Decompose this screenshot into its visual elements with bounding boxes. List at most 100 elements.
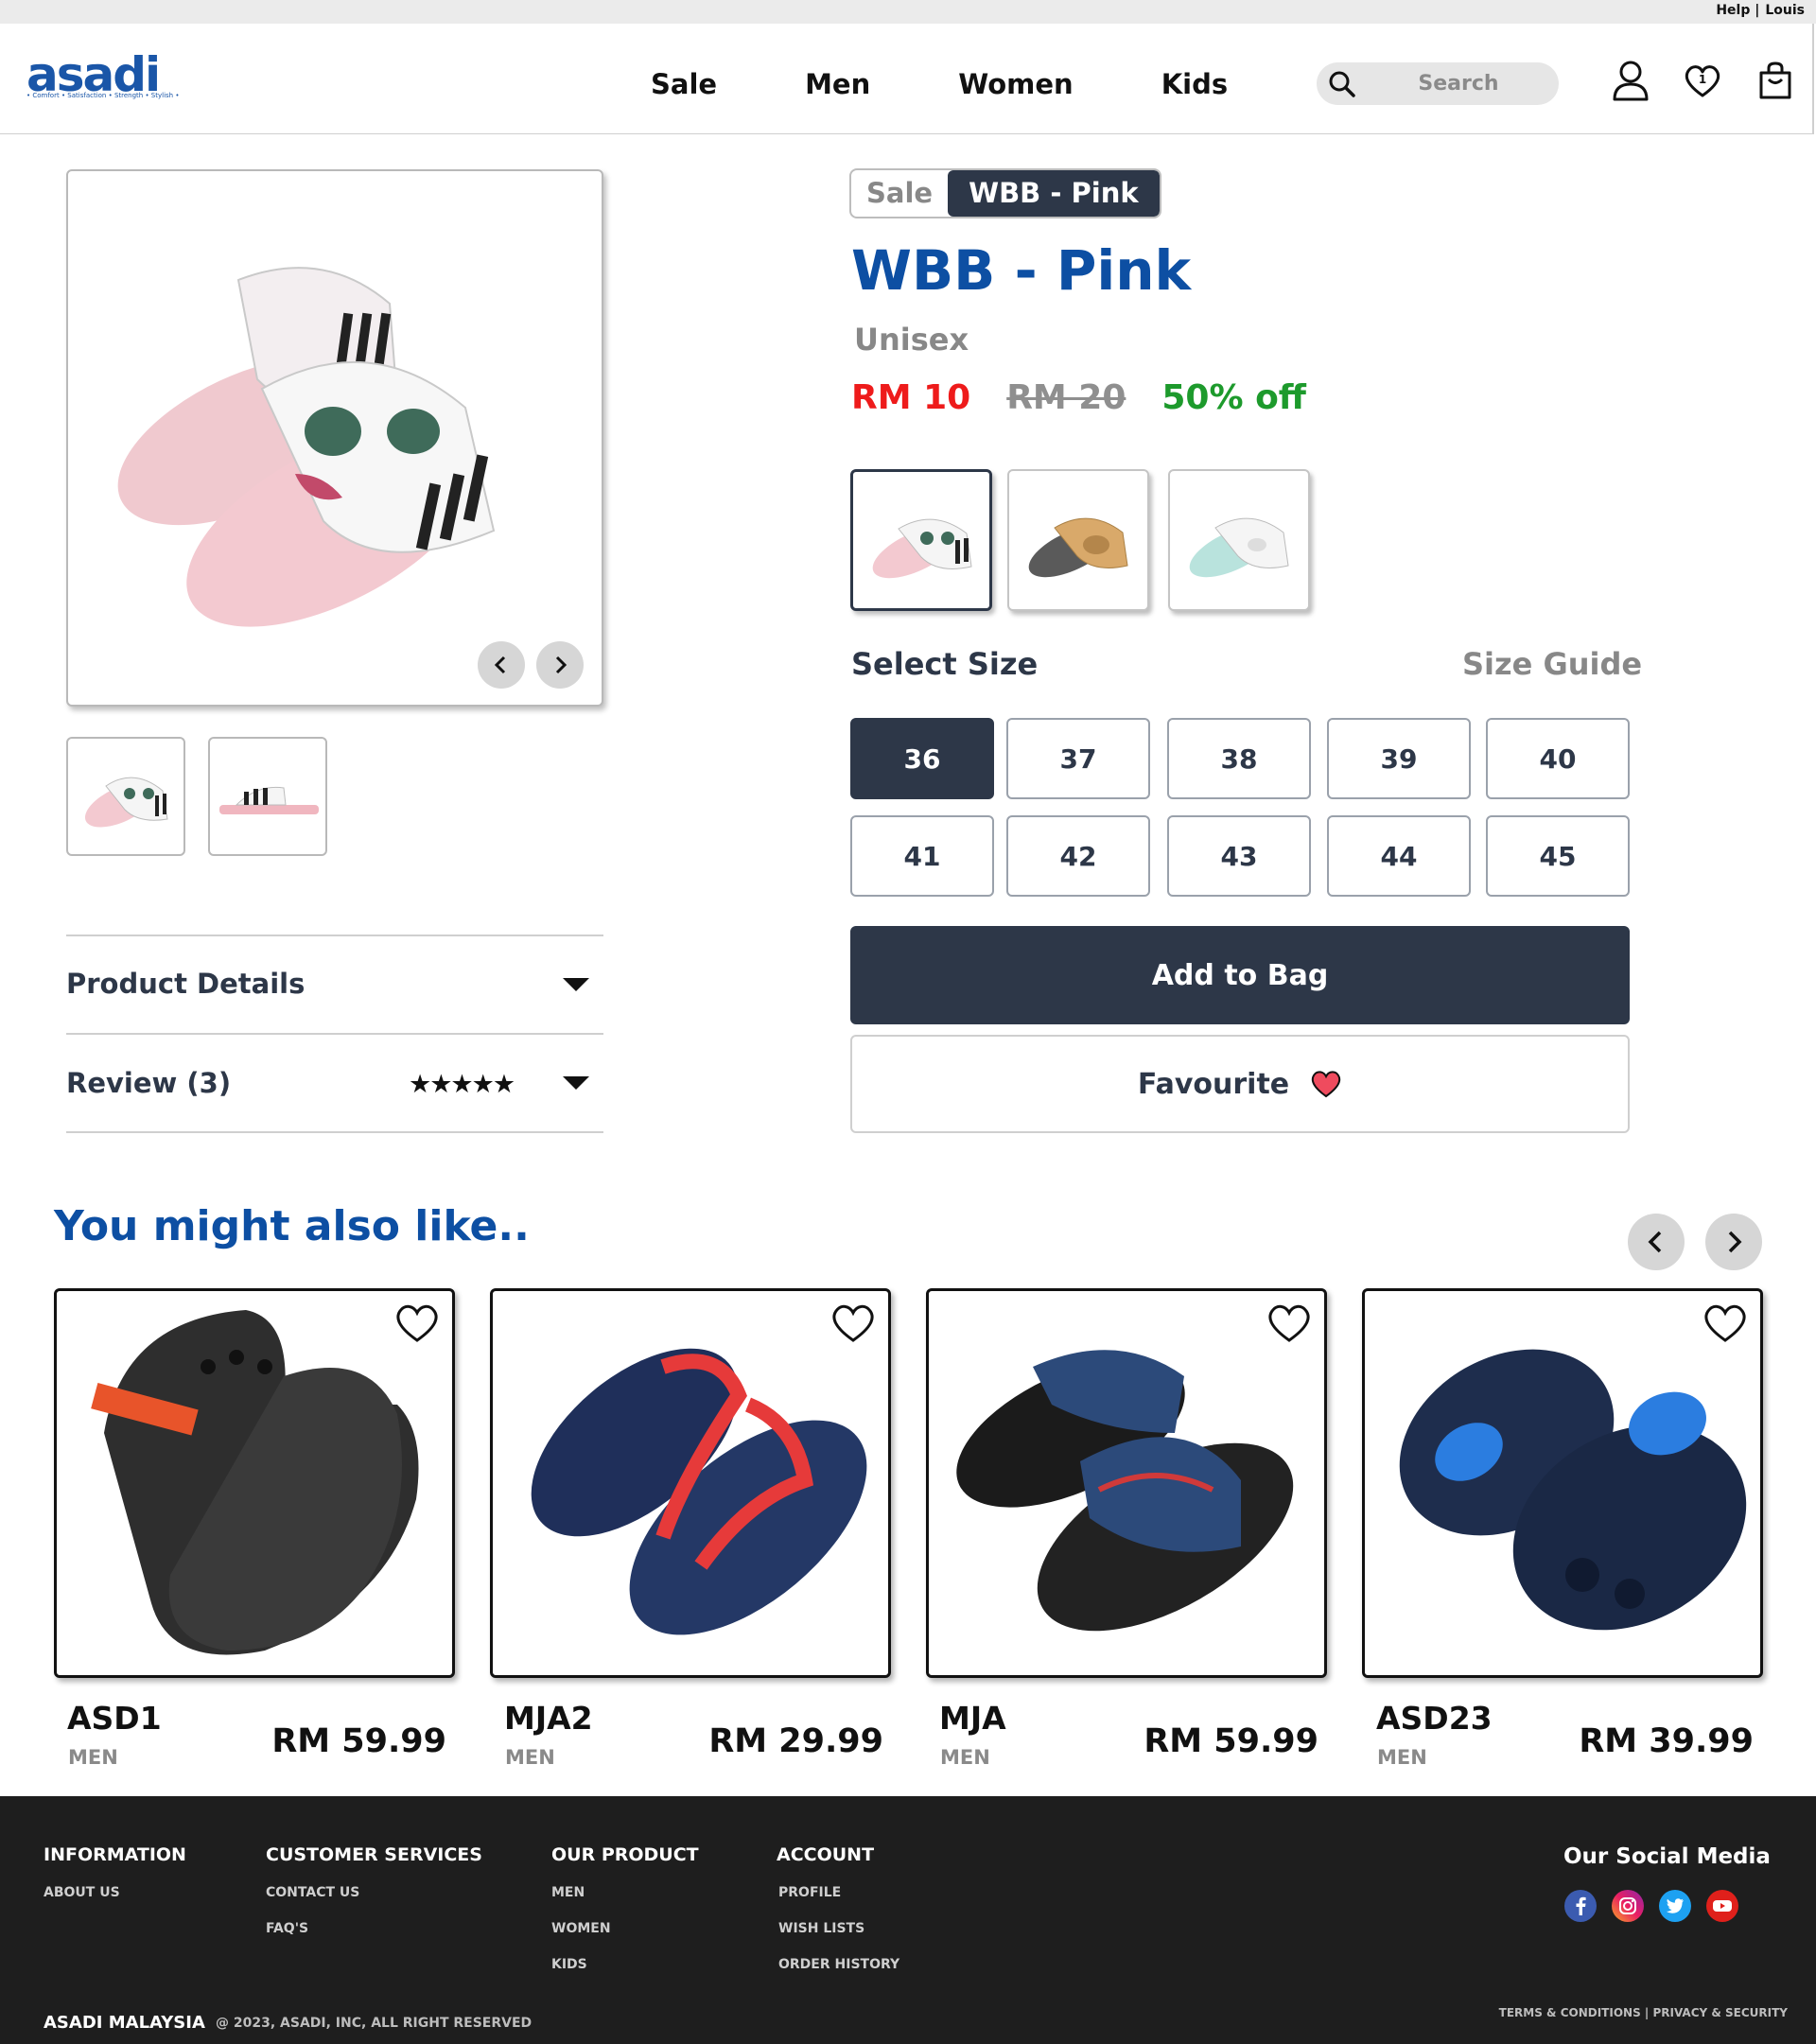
size-43-button[interactable]: 43 — [1167, 815, 1311, 897]
size-36-button[interactable]: 36 — [850, 718, 994, 799]
product-category: MEN — [1377, 1746, 1427, 1769]
user-link[interactable]: Louis — [1765, 3, 1805, 18]
shopping-bag-icon[interactable] — [1755, 60, 1795, 103]
size-41-button[interactable]: 41 — [850, 815, 994, 897]
main-nav: Sale Men Women Kids — [651, 68, 1228, 100]
thumbnail-image — [84, 777, 168, 828]
variant-mint[interactable] — [1168, 469, 1310, 611]
breadcrumb: Sale WBB - Pink — [849, 168, 1161, 218]
footer-men-link[interactable]: MEN — [551, 1885, 585, 1900]
social-title: Our Social Media — [1563, 1844, 1771, 1869]
size-42-button[interactable]: 42 — [1006, 815, 1150, 897]
product-price: RM 29.99 — [708, 1722, 883, 1760]
product-card-asd23[interactable] — [1362, 1288, 1763, 1678]
carousel-next-button[interactable] — [1705, 1214, 1762, 1270]
youtube-icon[interactable] — [1706, 1890, 1738, 1922]
footer-terms-link[interactable]: TERMS & CONDITIONS | PRIVACY & SECURITY — [1499, 2006, 1788, 2019]
image-prev-button[interactable] — [478, 641, 525, 689]
footer-women-link[interactable]: WOMEN — [551, 1921, 611, 1936]
product-name: ASD1 — [67, 1700, 162, 1737]
image-next-button[interactable] — [536, 641, 584, 689]
product-price: RM 59.99 — [1144, 1722, 1318, 1760]
product-card-asd1[interactable] — [54, 1288, 455, 1678]
footer-brand: ASADI MALAYSIA — [44, 2013, 205, 2033]
facebook-icon[interactable] — [1564, 1890, 1597, 1922]
product-card-mja[interactable] — [926, 1288, 1327, 1678]
nav-women[interactable]: Women — [958, 68, 1073, 100]
footer-wishlist-link[interactable]: WISH LISTS — [778, 1921, 864, 1936]
variant-grey-image — [1028, 517, 1128, 578]
product-name: MJA — [939, 1700, 1006, 1737]
product-card-mja2[interactable] — [490, 1288, 891, 1678]
product-name: ASD23 — [1376, 1700, 1493, 1737]
footer-faq-link[interactable]: FAQ'S — [266, 1921, 308, 1936]
price-row: RM 10 RM 20 50% off — [851, 378, 1306, 417]
chevron-down-icon[interactable] — [563, 978, 589, 991]
chevron-left-icon — [1648, 1231, 1662, 1253]
product-name: MJA2 — [504, 1700, 593, 1737]
site-header: asadi • Comfort • Satisfaction • Strengt… — [0, 24, 1814, 134]
footer-info-title: INFORMATION — [44, 1844, 186, 1865]
search-icon[interactable] — [1327, 69, 1357, 99]
size-39-button[interactable]: 39 — [1327, 718, 1471, 799]
search-bar — [1317, 62, 1559, 105]
product-details-toggle[interactable]: Product Details — [66, 968, 305, 1000]
breadcrumb-current: WBB - Pink — [948, 170, 1160, 217]
top-links: Help | Louis — [1716, 3, 1805, 18]
rating-stars: ★★★★★ — [409, 1070, 515, 1099]
footer-kids-link[interactable]: KIDS — [551, 1957, 587, 1972]
twitter-icon[interactable] — [1659, 1890, 1691, 1922]
nav-kids[interactable]: Kids — [1161, 68, 1228, 100]
thumbnail-side[interactable] — [208, 737, 327, 856]
thumbnail-side-image — [219, 786, 319, 814]
chevron-left-icon — [494, 655, 506, 674]
account-icon[interactable] — [1611, 60, 1650, 103]
site-footer: INFORMATION ABOUT US CUSTOMER SERVICES C… — [0, 1796, 1816, 2044]
breadcrumb-sale[interactable]: Sale — [851, 170, 948, 217]
favourite-label: Favourite — [1137, 1067, 1290, 1101]
thumbnail-front[interactable] — [66, 737, 185, 856]
favourites-count: 1 — [1699, 73, 1706, 86]
favourites-heart-icon[interactable]: 1 — [1683, 60, 1722, 103]
product-category: MEN — [505, 1746, 555, 1769]
instagram-icon[interactable] — [1612, 1890, 1644, 1922]
pink-slide-image — [117, 267, 496, 627]
wishlist-heart-icon[interactable] — [1702, 1302, 1749, 1344]
add-to-bag-button[interactable]: Add to Bag — [850, 926, 1630, 1024]
variant-pink[interactable] — [850, 469, 992, 611]
product-price: RM 39.99 — [1579, 1722, 1754, 1760]
search-input[interactable] — [1373, 68, 1544, 98]
wishlist-heart-icon[interactable] — [1266, 1302, 1313, 1344]
main-product-image — [66, 169, 603, 707]
footer-account-title: ACCOUNT — [777, 1844, 875, 1865]
footer-copyright: @ 2023, ASADI, INC, ALL RIGHT RESERVED — [216, 2016, 533, 2031]
size-45-button[interactable]: 45 — [1486, 815, 1630, 897]
footer-services-title: CUSTOMER SERVICES — [266, 1844, 482, 1865]
footer-contact-link[interactable]: CONTACT US — [266, 1885, 359, 1900]
size-37-button[interactable]: 37 — [1006, 718, 1150, 799]
footer-profile-link[interactable]: PROFILE — [778, 1885, 841, 1900]
nav-sale[interactable]: Sale — [651, 68, 717, 100]
nav-men[interactable]: Men — [805, 68, 870, 100]
help-link[interactable]: Help | — [1716, 3, 1759, 18]
variant-grey[interactable] — [1007, 469, 1149, 611]
accordion-divider — [66, 1131, 603, 1133]
size-guide-link[interactable]: Size Guide — [1462, 646, 1642, 682]
footer-orders-link[interactable]: ORDER HISTORY — [778, 1957, 899, 1972]
sale-price: RM 10 — [851, 378, 971, 417]
wishlist-heart-icon[interactable] — [829, 1302, 877, 1344]
footer-product-title: OUR PRODUCT — [551, 1844, 699, 1865]
size-40-button[interactable]: 40 — [1486, 718, 1630, 799]
size-44-button[interactable]: 44 — [1327, 815, 1471, 897]
review-toggle[interactable]: Review (3) — [66, 1067, 231, 1099]
favourite-button[interactable]: Favourite — [850, 1035, 1630, 1133]
wishlist-heart-icon[interactable] — [393, 1302, 441, 1344]
sandal-image — [1399, 1349, 1747, 1631]
chevron-down-icon[interactable] — [563, 1076, 589, 1090]
size-38-button[interactable]: 38 — [1167, 718, 1311, 799]
footer-about-link[interactable]: ABOUT US — [44, 1885, 120, 1900]
carousel-prev-button[interactable] — [1628, 1214, 1685, 1270]
product-price: RM 59.99 — [271, 1722, 446, 1760]
product-category: MEN — [940, 1746, 990, 1769]
discount-label: 50% off — [1161, 378, 1306, 417]
